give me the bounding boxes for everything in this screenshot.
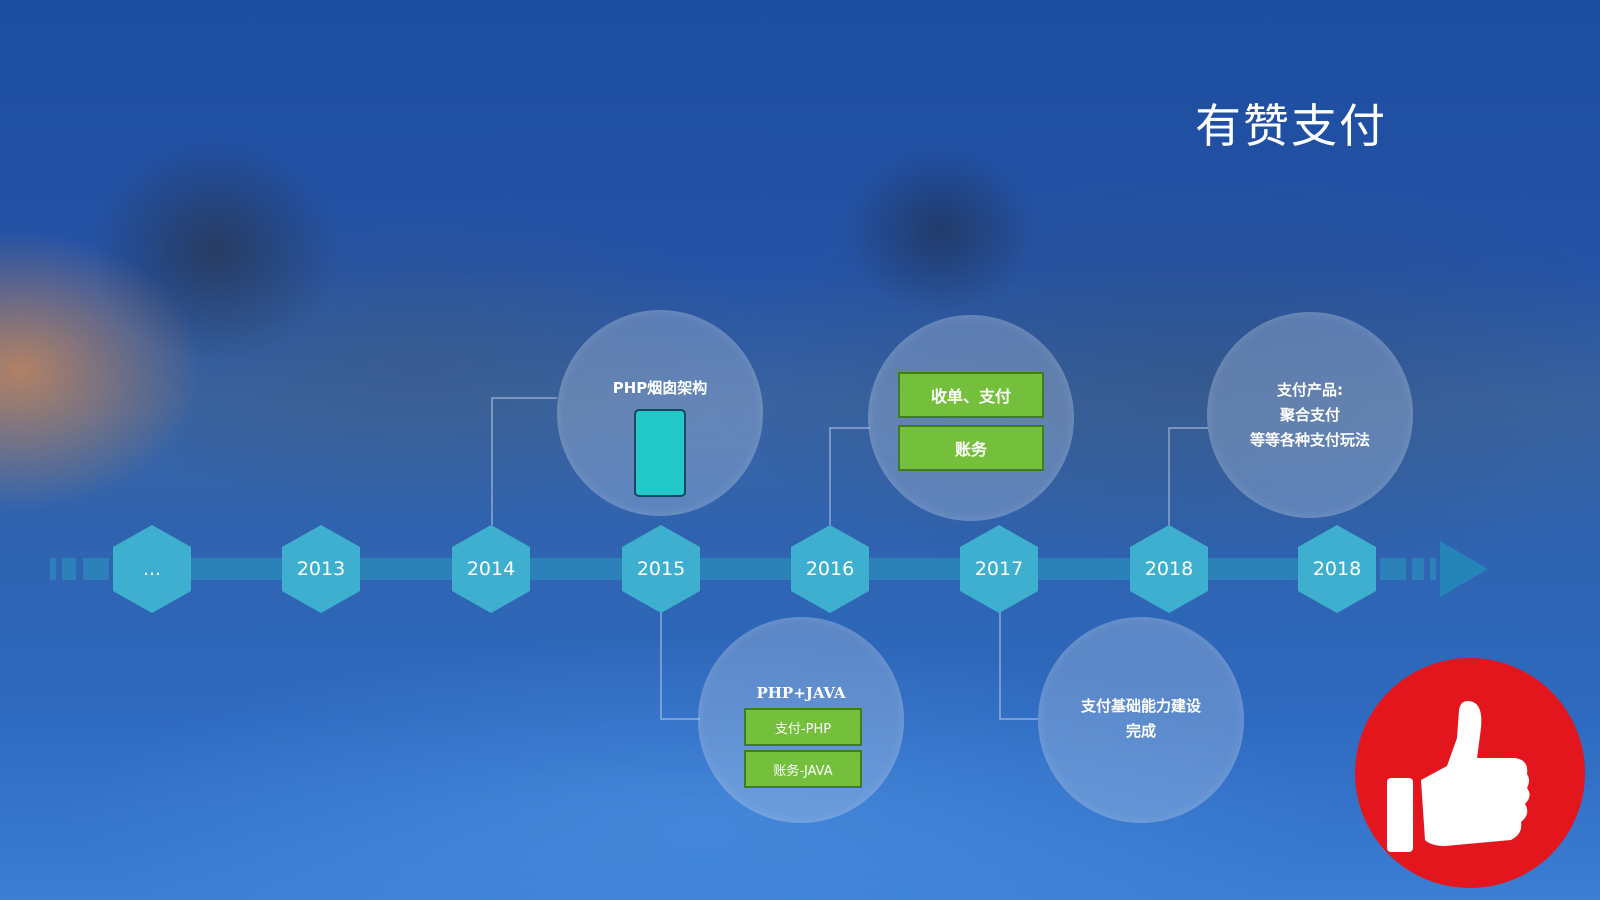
milestone-circle-2016 bbox=[868, 315, 1074, 521]
milestone-box: 收单、支付 bbox=[898, 372, 1044, 418]
milestone-line: 完成 bbox=[1125, 722, 1156, 740]
milestone-text: 支付基础能力建设 完成 bbox=[1038, 694, 1244, 744]
milestone-label: PHP+JAVA bbox=[756, 684, 846, 702]
milestone-box: 账务-JAVA bbox=[744, 750, 862, 788]
milestone-line: 等等各种支付玩法 bbox=[1249, 431, 1370, 449]
axis-dash bbox=[1380, 558, 1406, 580]
milestone-line: 支付基础能力建设 bbox=[1080, 697, 1201, 715]
axis-dash bbox=[62, 558, 76, 580]
connector-2015 bbox=[660, 612, 700, 720]
axis-dash bbox=[1430, 558, 1436, 580]
milestone-box: 账务 bbox=[898, 425, 1044, 471]
milestone-box: 支付-PHP bbox=[744, 708, 862, 746]
axis-dash bbox=[83, 558, 109, 580]
thumbs-up-icon bbox=[1387, 701, 1530, 852]
axis-dash bbox=[50, 558, 56, 580]
phone-icon bbox=[634, 409, 686, 497]
connector-2016 bbox=[829, 427, 870, 525]
milestone-text: 支付产品: 聚合支付 等等各种支付玩法 bbox=[1207, 378, 1413, 453]
connector-2018 bbox=[1168, 427, 1208, 525]
milestone-label: PHP烟囱架构 bbox=[612, 379, 708, 397]
milestone-line: 聚合支付 bbox=[1279, 406, 1340, 424]
like-badge[interactable] bbox=[1355, 658, 1585, 888]
axis-arrow-icon bbox=[1440, 541, 1488, 597]
milestone-line: 支付产品: bbox=[1277, 381, 1343, 399]
connector-2014 bbox=[491, 397, 557, 525]
connector-2017 bbox=[999, 612, 1038, 720]
axis-dash bbox=[1412, 558, 1424, 580]
